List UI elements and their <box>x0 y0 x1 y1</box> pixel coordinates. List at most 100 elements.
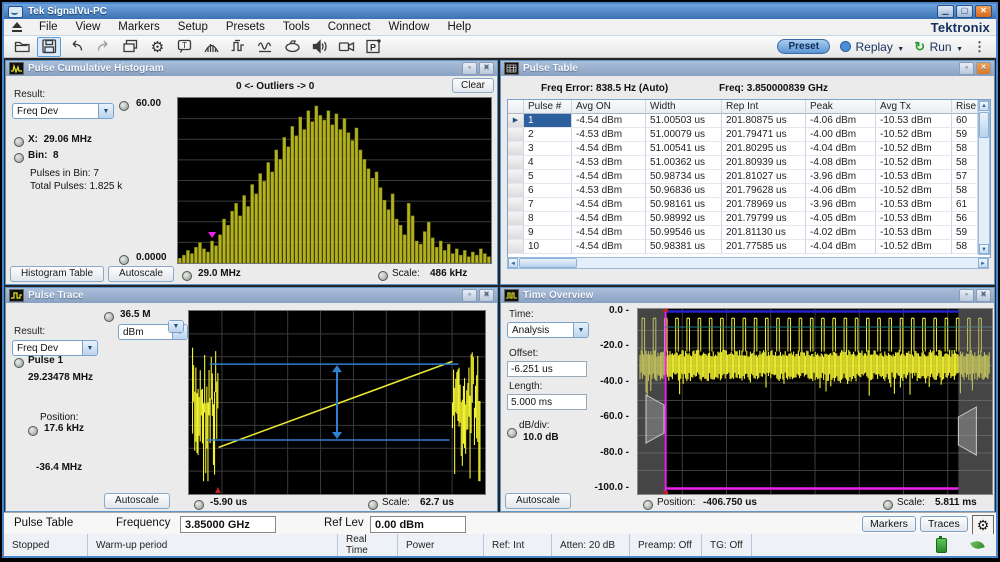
cell[interactable]: -10.53 dBm <box>876 170 952 184</box>
collapse-menu-icon[interactable] <box>10 22 24 32</box>
adjust-knob-icon[interactable] <box>28 426 38 436</box>
table-row[interactable]: 3-4.54 dBm51.00541 us201.80295 us-4.04 d… <box>508 142 990 156</box>
histogram-ymin-value[interactable]: 0.0000 <box>136 252 167 263</box>
table-row[interactable]: 6-4.53 dBm50.96836 us201.79628 us-4.06 d… <box>508 184 990 198</box>
toolbar-settings-icon[interactable]: ⚙ <box>145 37 169 57</box>
cell[interactable]: -4.02 dBm <box>806 226 876 240</box>
adjust-knob-icon[interactable] <box>883 500 893 510</box>
cell[interactable]: 58 <box>952 184 978 198</box>
histogram-panel-titlebar[interactable]: Pulse Cumulative Histogram ▫ ✕ <box>6 61 497 76</box>
adjust-knob-icon[interactable] <box>119 101 129 111</box>
result-dropdown[interactable]: Freq Dev▼ <box>12 103 114 119</box>
cell[interactable]: 5 <box>524 170 572 184</box>
maximize-button[interactable]: ▢ <box>956 5 973 18</box>
cell[interactable]: 61 <box>952 198 978 212</box>
cell[interactable]: 57 <box>952 170 978 184</box>
cell[interactable]: -4.54 dBm <box>572 212 646 226</box>
cell[interactable]: -10.53 dBm <box>876 198 952 212</box>
menu-item-setup[interactable]: Setup <box>169 20 217 34</box>
cell[interactable]: 51.00541 us <box>646 142 722 156</box>
frequency-field[interactable] <box>180 516 276 533</box>
row-selector[interactable]: ▶ <box>508 114 524 128</box>
row-selector[interactable] <box>508 128 524 142</box>
adjust-knob-icon[interactable] <box>14 358 24 368</box>
row-selector[interactable] <box>508 240 524 254</box>
toolbar-knob-dial-icon[interactable] <box>280 37 304 57</box>
histogram-xstart-value[interactable]: 29.0 MHz <box>198 268 241 279</box>
cell[interactable]: 201.80875 us <box>722 114 806 128</box>
menu-item-markers[interactable]: Markers <box>109 20 169 34</box>
length-field[interactable] <box>507 394 587 410</box>
menu-item-file[interactable]: File <box>30 20 67 34</box>
cell[interactable]: 4 <box>524 156 572 170</box>
cell[interactable]: -10.52 dBm <box>876 184 952 198</box>
horizontal-scroll-thumb[interactable] <box>519 258 577 268</box>
row-selector[interactable] <box>508 184 524 198</box>
overview-autoscale-button[interactable]: Autoscale <box>505 493 571 509</box>
cell[interactable]: 6 <box>524 184 572 198</box>
table-row[interactable]: ▶1-4.54 dBm51.00503 us201.80875 us-4.06 … <box>508 114 990 128</box>
adjust-knob-icon[interactable] <box>507 428 517 438</box>
cell[interactable]: 9 <box>524 226 572 240</box>
time-overview-close-button[interactable]: ✕ <box>976 289 991 302</box>
preset-button[interactable]: Preset <box>777 39 830 54</box>
cell[interactable]: -4.54 dBm <box>572 170 646 184</box>
time-overview-chart[interactable] <box>637 308 993 495</box>
menu-item-connect[interactable]: Connect <box>319 20 380 34</box>
cell[interactable]: 51.00362 us <box>646 156 722 170</box>
column-header-pulse-[interactable]: Pulse # <box>524 100 572 114</box>
cell[interactable]: 201.79471 us <box>722 128 806 142</box>
clear-button[interactable]: Clear <box>452 78 494 93</box>
adjust-knob-icon[interactable] <box>194 500 204 510</box>
menu-item-window[interactable]: Window <box>380 20 439 34</box>
cell[interactable]: 201.81130 us <box>722 226 806 240</box>
cell[interactable]: -4.06 dBm <box>806 184 876 198</box>
toolbar-open-file-icon[interactable] <box>10 37 34 57</box>
row-selector[interactable] <box>508 142 524 156</box>
adjust-knob-icon[interactable] <box>119 255 129 265</box>
cell[interactable]: 201.79628 us <box>722 184 806 198</box>
pulse-trace-panel-titlebar[interactable]: Pulse Trace ▫ ✕ <box>6 288 497 303</box>
toolbar-histogram-display-icon[interactable] <box>199 37 223 57</box>
trace-autoscale-button[interactable]: Autoscale <box>104 493 170 509</box>
cell[interactable]: -10.52 dBm <box>876 142 952 156</box>
menu-item-help[interactable]: Help <box>438 20 480 34</box>
replay-dropdown-icon[interactable]: ▼ <box>897 46 904 53</box>
table-row[interactable]: 2-4.53 dBm51.00079 us201.79471 us-4.00 d… <box>508 128 990 142</box>
histogram-table-button[interactable]: Histogram Table <box>10 266 104 282</box>
cell[interactable]: -4.08 dBm <box>806 156 876 170</box>
scroll-left-icon[interactable]: ◄ <box>508 258 518 268</box>
pulse-table-panel-titlebar[interactable]: Pulse Table ▫ ✕ <box>501 61 994 76</box>
toolbar-camera-icon[interactable] <box>334 37 358 57</box>
run-control[interactable]: ↻ Run ▼ <box>914 38 963 56</box>
time-dropdown[interactable]: Analysis▼ <box>507 322 589 338</box>
time-overview-panel-titlebar[interactable]: Time Overview ▫ ✕ <box>501 288 994 303</box>
histogram-autoscale-button[interactable]: Autoscale <box>108 266 174 282</box>
markers-button[interactable]: Markers <box>862 516 916 532</box>
pulse-table-restore-button[interactable]: ▫ <box>959 62 974 75</box>
cell[interactable]: 1 <box>524 114 572 128</box>
cell[interactable]: -10.53 dBm <box>876 226 952 240</box>
cell[interactable]: 59 <box>952 128 978 142</box>
column-header-avg-on[interactable]: Avg ON <box>572 100 646 114</box>
cell[interactable]: -3.96 dBm <box>806 198 876 212</box>
cell[interactable]: 50.98161 us <box>646 198 722 212</box>
column-header-rise[interactable]: Rise <box>952 100 978 114</box>
cell[interactable]: -10.53 dBm <box>876 114 952 128</box>
adjust-knob-icon[interactable] <box>378 271 388 281</box>
trace-selector-dropdown[interactable]: ▼ <box>168 320 184 333</box>
column-header-width[interactable]: Width <box>646 100 722 114</box>
cell[interactable]: 50.98381 us <box>646 240 722 254</box>
scroll-up-icon[interactable]: ▲ <box>979 101 989 111</box>
table-row[interactable]: 7-4.54 dBm50.98161 us201.78969 us-3.96 d… <box>508 198 990 212</box>
trace-scale-value[interactable]: 62.7 us <box>420 497 454 508</box>
cell[interactable]: 51.00079 us <box>646 128 722 142</box>
adjust-knob-icon[interactable] <box>104 312 114 322</box>
pulse-table-close-button[interactable]: ✕ <box>976 62 991 75</box>
toolbar-save-icon[interactable] <box>37 37 61 57</box>
cell[interactable]: 3 <box>524 142 572 156</box>
cell[interactable]: 58 <box>952 156 978 170</box>
cell[interactable]: 201.80295 us <box>722 142 806 156</box>
histogram-close-button[interactable]: ✕ <box>479 62 494 75</box>
vertical-scroll-thumb[interactable] <box>979 112 989 138</box>
